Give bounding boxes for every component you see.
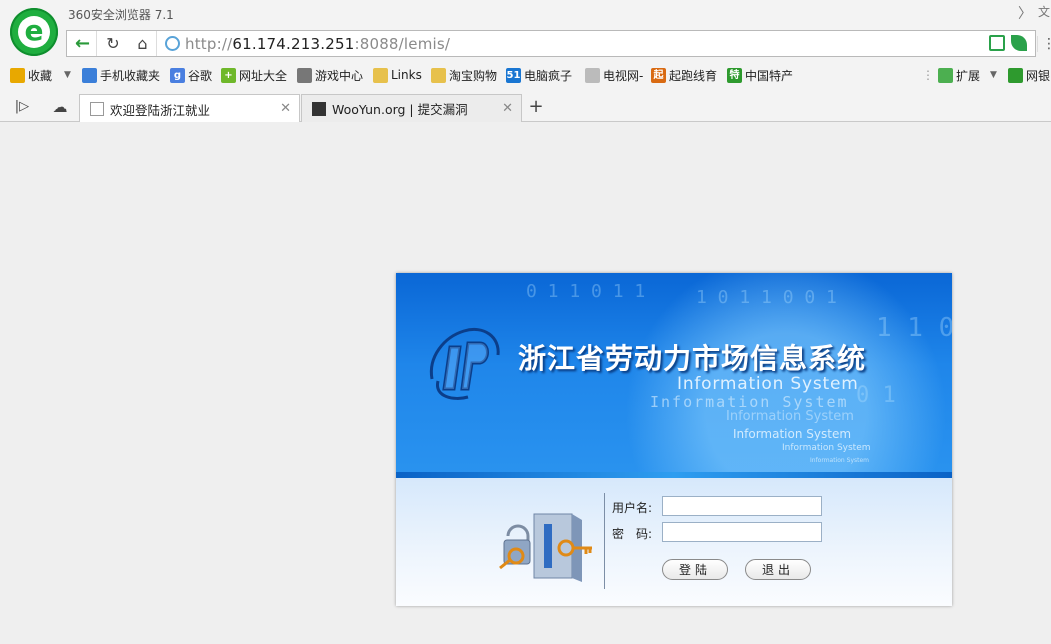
leaf-icon[interactable]: [1011, 35, 1027, 51]
bookmark-item[interactable]: 特中国特产: [727, 66, 793, 84]
login-form: 用户名: 密 码: 登陆 退出: [396, 478, 952, 606]
star-icon: [10, 67, 25, 83]
lock-and-key-icon: [499, 513, 592, 582]
tab-strip: |▷ ☁ 欢迎登陆浙江就业 ✕ WooYun.org | 提交漏洞 ✕ +: [0, 90, 1051, 123]
bookmark-label: 电脑疯子: [524, 68, 573, 83]
url-host: 61.174.213.251: [232, 35, 355, 53]
badge-te-icon: 特: [727, 67, 742, 83]
browser-logo-icon[interactable]: e: [10, 8, 58, 56]
more-icon[interactable]: ⋮: [922, 66, 934, 84]
shield-icon: [1008, 67, 1023, 83]
form-divider: [604, 493, 605, 589]
new-tab-button[interactable]: +: [522, 94, 550, 119]
bookmark-label: 淘宝购物: [449, 68, 498, 83]
bookmark-item[interactable]: Links: [373, 66, 422, 84]
compat-mode-icon[interactable]: ⋮: [1037, 36, 1051, 52]
site-info-icon[interactable]: [165, 36, 180, 51]
subtitle-echo: Information System: [733, 427, 852, 441]
back-button[interactable]: ←: [69, 31, 97, 56]
phone-icon: [82, 67, 97, 83]
bookmark-item[interactable]: 游戏中心: [297, 66, 363, 84]
password-input[interactable]: [662, 522, 822, 542]
system-banner: 0 1 1 0 1 1 1 0 1 1 0 0 1 1 1 0 0 1 浙江省劳…: [396, 273, 952, 478]
bookmark-label: 谷歌: [188, 68, 213, 83]
page-icon: [90, 102, 104, 116]
bookmark-label: Links: [391, 68, 422, 82]
login-button[interactable]: 登陆: [662, 559, 728, 580]
badge-51-icon: 51: [506, 67, 521, 83]
bookmark-label: 电视网-: [603, 68, 644, 83]
address-bar[interactable]: ← ↻ ⌂ http://61.174.213.251:8088/lemis/ …: [66, 30, 1051, 57]
bookmark-item[interactable]: g 谷歌: [170, 66, 212, 84]
window-restore-button[interactable]: 〉: [1018, 3, 1032, 23]
bookmark-label: 手机收藏夹: [100, 68, 161, 83]
tab-label: WooYun.org | 提交漏洞: [332, 102, 468, 117]
extensions-icon: [938, 67, 953, 83]
tab-close-icon[interactable]: ✕: [502, 101, 513, 116]
bookmarks-bar: 收藏 手机收藏夹 g 谷歌 + 网址大全 游戏中心 Links 淘宝购物 51 电脑疯子 电视网- 起起…: [0, 60, 1051, 90]
url-path: :8088/lemis/: [354, 35, 451, 53]
page-viewport: 0 1 1 0 1 1 1 0 1 1 0 0 1 1 1 0 0 1 浙江省劳…: [0, 122, 1051, 644]
password-label: 密 码:: [612, 527, 653, 541]
bookmark-item[interactable]: 起起跑线育: [651, 66, 717, 84]
extensions-dropdown-icon[interactable]: ▼: [990, 66, 997, 84]
bookmark-item[interactable]: 手机收藏夹: [82, 66, 160, 84]
bookmark-item[interactable]: 电视网-: [585, 66, 643, 84]
cloud-icon[interactable]: ☁: [46, 94, 74, 119]
plus-globe-icon: +: [221, 67, 236, 83]
tab-label: 欢迎登陆浙江就业: [110, 102, 211, 118]
bookmark-item[interactable]: 收藏: [10, 66, 52, 84]
bookmark-item[interactable]: 扩展: [938, 66, 980, 84]
gamepad-icon: [297, 67, 312, 83]
home-button[interactable]: ⌂: [129, 31, 157, 56]
app-title: 360安全浏览器 7.1: [68, 8, 174, 22]
navigation-bar: ← ↻ ⌂ http://61.174.213.251:8088/lemis/ …: [0, 30, 1051, 60]
bookmark-item[interactable]: + 网址大全: [221, 66, 287, 84]
page-icon: [585, 67, 600, 83]
badge-qi-icon: 起: [651, 67, 666, 83]
tab-active[interactable]: 欢迎登陆浙江就业 ✕: [79, 94, 300, 123]
folder-icon: [373, 67, 388, 83]
username-label: 用户名:: [612, 501, 653, 515]
window-menu-button[interactable]: 文: [1038, 3, 1050, 20]
exit-button[interactable]: 退出: [745, 559, 811, 580]
tab-close-icon[interactable]: ✕: [280, 101, 291, 116]
login-panel: 0 1 1 0 1 1 1 0 1 1 0 0 1 1 1 0 0 1 浙江省劳…: [396, 273, 952, 606]
bookmark-label: 扩展: [956, 68, 981, 83]
title-bar: 360安全浏览器 7.1 〉 文: [0, 0, 1051, 30]
subtitle-text: Information System: [677, 374, 859, 394]
reload-button[interactable]: ↻: [99, 31, 127, 56]
bookmark-item[interactable]: 淘宝购物: [431, 66, 497, 84]
tab-wooyun[interactable]: WooYun.org | 提交漏洞 ✕: [301, 94, 522, 122]
subtitle-echo: Information System: [810, 457, 870, 464]
bookmarks-dropdown-icon[interactable]: ▼: [64, 66, 71, 84]
bookmark-label: 网银: [1026, 68, 1051, 83]
bookmark-item[interactable]: 网银: [1008, 66, 1050, 84]
bookmark-label: 中国特产: [745, 68, 794, 83]
bookmark-label: 收藏: [28, 68, 53, 83]
subtitle-echo: Information System: [782, 443, 871, 453]
google-icon: g: [170, 67, 185, 83]
bookmark-label: 网址大全: [239, 68, 288, 83]
bookmark-label: 游戏中心: [315, 68, 364, 83]
folder-icon: [431, 67, 446, 83]
subtitle-echo: Information System: [726, 409, 854, 424]
url-scheme: http://: [185, 35, 233, 53]
system-title: 浙江省劳动力市场信息系统: [518, 342, 867, 375]
bookmark-label: 起跑线育: [669, 68, 718, 83]
url-text[interactable]: http://61.174.213.251:8088/lemis/: [185, 35, 450, 53]
emblem-logo-icon: [429, 328, 500, 400]
bookmark-item[interactable]: 51 电脑疯子: [506, 66, 572, 84]
wooyun-icon: [312, 101, 326, 116]
share-icon[interactable]: [989, 35, 1005, 51]
sidebar-toggle-icon[interactable]: |▷: [8, 94, 36, 119]
username-input[interactable]: [662, 496, 822, 516]
